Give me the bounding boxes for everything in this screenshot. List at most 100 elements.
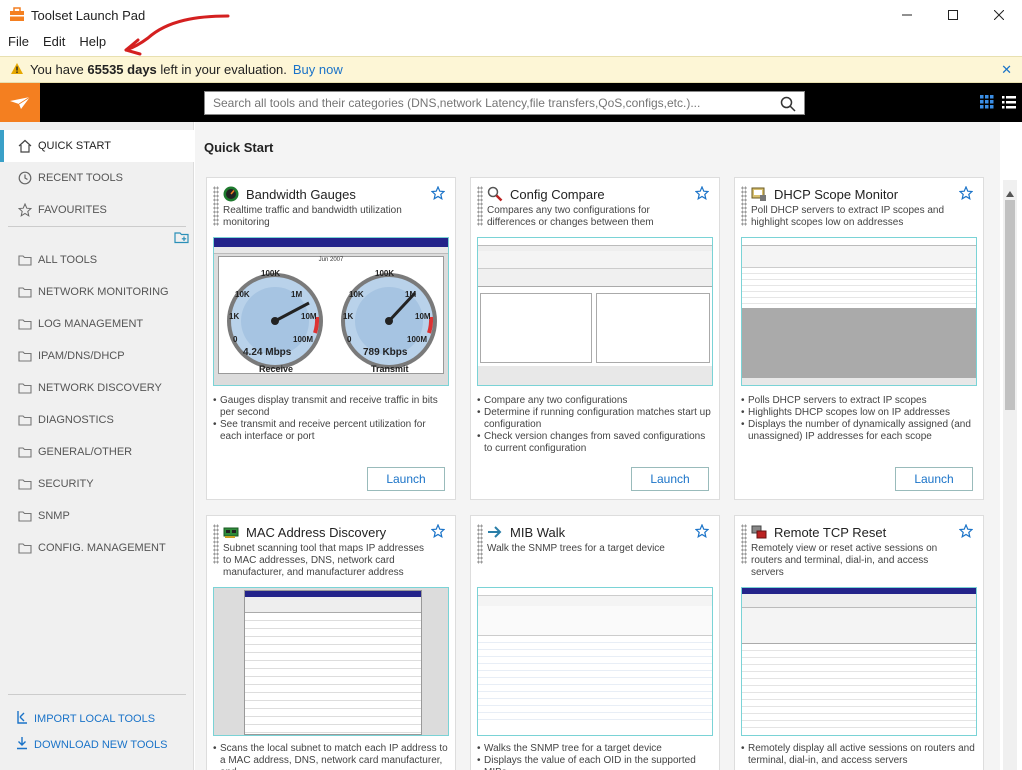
toolbox-app-icon [9,7,25,23]
folder-icon [18,541,32,555]
favourite-star-icon[interactable] [694,523,710,541]
nav-general-other[interactable]: GENERAL/OTHER [0,436,194,468]
drag-handle[interactable] [213,186,219,226]
home-icon [18,139,32,153]
nav-ipam-dns-dhcp[interactable]: IPAM/DNS/DHCP [0,340,194,372]
download-new-tools-link[interactable]: DOWNLOAD NEW TOOLS [16,736,167,753]
minimize-button[interactable] [884,0,930,30]
feature-item: Compare any two configurations [477,395,713,407]
days-count: 65535 [87,62,124,77]
evaluation-banner: You have 65535 days left in your evaluat… [0,56,1022,83]
favourite-star-icon[interactable] [694,185,710,203]
menu-edit[interactable]: Edit [43,34,65,49]
drag-handle[interactable] [477,524,483,564]
drag-handle[interactable] [741,186,747,226]
folder-icon [18,253,32,267]
card-title: MIB Walk [510,525,566,540]
nav-all-tools[interactable]: ALL TOOLS [0,244,194,276]
page-title: Quick Start [204,140,274,155]
feature-item: Displays the value of each OID in the su… [477,755,713,770]
feature-list: Scans the local subnet to match each IP … [213,743,449,770]
drag-handle[interactable] [477,186,483,226]
tool-card[interactable]: MIB Walk Walk the SNMP trees for a targe… [470,515,720,770]
import-label: IMPORT LOCAL TOOLS [34,712,156,725]
card-title: DHCP Scope Monitor [774,187,899,202]
tool-card[interactable]: Remote TCP Reset Remotely view or reset … [734,515,984,770]
menu-file[interactable]: File [8,34,29,49]
nav-label: SECURITY [38,478,94,490]
tool-card[interactable]: DHCP Scope Monitor Poll DHCP servers to … [734,177,984,500]
folder-icon [18,285,32,299]
tool-card[interactable]: Bandwidth Gauges Realtime traffic and ba… [206,177,456,500]
remote-tcp-reset-preview [741,587,977,736]
tool-card[interactable]: Config Compare Compares any two configur… [470,177,720,500]
favourite-star-icon[interactable] [430,185,446,203]
nav-snmp[interactable]: SNMP [0,500,194,532]
gauge-tick: 10K [349,290,364,299]
drag-handle[interactable] [741,524,747,564]
window-title: Toolset Launch Pad [31,7,146,23]
dhcp-scope-monitor-preview [741,237,977,386]
close-window-button[interactable] [976,0,1022,30]
scroll-up-arrow-icon[interactable] [1006,186,1014,200]
gauge-tick: 10M [301,312,317,321]
nav-label: SNMP [38,510,70,522]
search-icon[interactable] [780,96,796,115]
star-icon [18,203,32,217]
drag-handle[interactable] [213,524,219,564]
scrollbar-thumb[interactable] [1005,200,1015,410]
menu-bar: File Edit Help [0,30,1022,52]
days-word: days [127,62,157,77]
nav-network-discovery[interactable]: NETWORK DISCOVERY [0,372,194,404]
gauge-tick: 100M [293,335,314,344]
import-local-tools-link[interactable]: IMPORT LOCAL TOOLS [16,710,155,727]
grid-view-icon[interactable] [980,95,994,112]
gauge-tick: 10K [235,290,250,299]
launch-button[interactable]: Launch [367,467,445,491]
solarwinds-logo [0,83,40,122]
favourite-star-icon[interactable] [958,185,974,203]
nav-security[interactable]: SECURITY [0,468,194,500]
gauge-tick: 0 [233,335,238,344]
launch-button[interactable]: Launch [631,467,709,491]
vertical-scrollbar[interactable] [1003,180,1017,770]
feature-item: Remotely display all active sessions on … [741,743,977,767]
gauge-tick: 10M [415,312,431,321]
dhcp-server-icon [751,186,767,202]
card-description: Compares any two configurations for diff… [487,205,654,228]
feature-list: Gauges display transmit and receive traf… [213,395,449,443]
card-description: Remotely view or reset active sessions o… [751,543,938,578]
card-title: Config Compare [510,187,605,202]
bandwidth-gauges-preview: Jun 2007 100K 10K 1M 1K 10M 0 100M 100K … [213,237,449,386]
favourite-star-icon[interactable] [430,523,446,541]
favourite-star-icon[interactable] [958,523,974,541]
feature-list: Remotely display all active sessions on … [741,743,977,767]
buy-now-link[interactable]: Buy now [293,62,343,77]
maximize-button[interactable] [930,0,976,30]
nav-label: IPAM/DNS/DHCP [38,350,125,362]
nav-diagnostics[interactable]: DIAGNOSTICS [0,404,194,436]
nav-label: ALL TOOLS [38,254,98,266]
nav-favourites[interactable]: FAVOURITES [0,194,194,226]
card-description: Poll DHCP servers to extract IP scopes a… [751,205,945,228]
gauge-tick: 1M [291,290,303,299]
nav-config-management[interactable]: CONFIG. MANAGEMENT [0,532,194,564]
search-box[interactable] [204,91,805,115]
banner-prefix: You have [30,62,84,77]
nav-log-management[interactable]: LOG MANAGEMENT [0,308,194,340]
sidebar-separator [8,694,186,695]
launch-button[interactable]: Launch [895,467,973,491]
folder-icon [18,349,32,363]
nav-recent-tools[interactable]: RECENT TOOLS [0,162,194,194]
nav-label: NETWORK MONITORING [38,286,169,298]
search-input[interactable] [213,96,773,110]
nav-quick-start[interactable]: QUICK START [0,130,194,162]
title-bar: Toolset Launch Pad [0,0,1022,30]
mib-walk-preview [477,587,713,736]
clock-icon [18,171,32,185]
menu-help[interactable]: Help [79,34,106,49]
list-view-icon[interactable] [1002,95,1016,112]
close-banner-icon[interactable]: ✕ [1001,62,1012,78]
tool-card[interactable]: MAC Address Discovery Subnet scanning to… [206,515,456,770]
nav-network-monitoring[interactable]: NETWORK MONITORING [0,276,194,308]
